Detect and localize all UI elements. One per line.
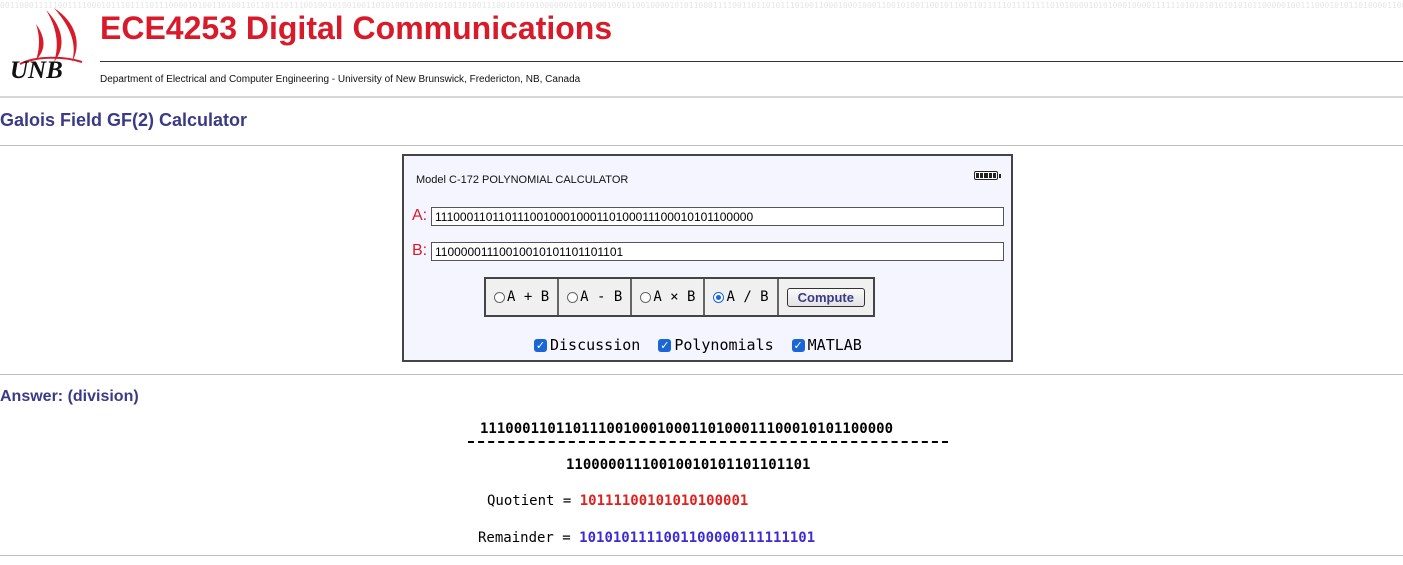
op-add-label: A + B — [507, 289, 550, 305]
quotient-value: 10111100101010100001 — [579, 493, 749, 509]
polynomial-calculator: Model C-172 POLYNOMIAL CALCULATOR A: B: … — [402, 154, 1013, 362]
matlab-checkbox[interactable]: ✓ MATLAB — [791, 336, 862, 354]
calculator-model: Model C-172 POLYNOMIAL CALCULATOR — [416, 174, 629, 186]
battery-icon — [974, 171, 1001, 180]
op-multiply-label: A × B — [653, 289, 696, 305]
b-label: B: — [412, 242, 428, 259]
op-add[interactable]: A + B — [486, 279, 560, 315]
checkmark-icon[interactable]: ✓ — [534, 338, 547, 352]
op-subtract[interactable]: A - B — [559, 279, 633, 315]
divider — [0, 555, 1403, 556]
op-divide-label: A / B — [726, 289, 769, 305]
header-bottom-border — [0, 96, 1403, 98]
radio-multiply[interactable] — [640, 291, 652, 303]
op-subtract-label: A - B — [580, 289, 623, 305]
divider — [0, 145, 1403, 146]
divisor: 11000001110010010101101101101 — [566, 457, 811, 473]
radio-add[interactable] — [494, 291, 505, 303]
operation-selector: A + B A - B A × B A / B Compute — [484, 277, 875, 317]
radio-subtract[interactable] — [567, 291, 579, 303]
discussion-label: Discussion — [550, 336, 641, 354]
answer-title: Answer: (division) — [0, 388, 139, 405]
site-header: 0011000111110011110001011101111011100001… — [0, 0, 1403, 98]
remainder-row: Remainder = 1010101111001100000111111101 — [478, 530, 815, 546]
remainder-value: 1010101111001100000111111101 — [579, 530, 816, 546]
unb-logo-text: UNB — [10, 57, 63, 84]
b-input[interactable] — [431, 242, 1004, 261]
a-input[interactable] — [431, 207, 1004, 226]
site-title[interactable]: ECE4253 Digital Communications — [100, 10, 612, 47]
compute-button[interactable]: Compute — [786, 287, 865, 307]
compute-cell: Compute — [779, 279, 873, 315]
op-multiply[interactable]: A × B — [632, 279, 706, 315]
checkmark-icon[interactable]: ✓ — [658, 338, 672, 352]
polynomials-label: Polynomials — [674, 336, 774, 354]
matlab-label: MATLAB — [807, 336, 862, 354]
site-subtitle: Department of Electrical and Computer En… — [100, 74, 581, 85]
radio-divide[interactable] — [713, 291, 725, 303]
title-divider — [100, 61, 1403, 62]
remainder-label: Remainder = — [478, 530, 571, 546]
division-line — [468, 441, 948, 443]
op-divide[interactable]: A / B — [705, 279, 779, 315]
quotient-label: Quotient = — [487, 493, 572, 509]
option-checkboxes: ✓ Discussion ✓ Polynomials ✓ MATLAB — [534, 336, 862, 354]
quotient-row: Quotient = 10111100101010100001 — [487, 493, 748, 509]
discussion-checkbox[interactable]: ✓ Discussion — [534, 336, 640, 354]
polynomials-checkbox[interactable]: ✓ Polynomials — [658, 336, 774, 354]
checkmark-icon[interactable]: ✓ — [791, 338, 805, 352]
a-label: A: — [412, 207, 428, 224]
dividend: 1110001101101110010001000110100011100010… — [480, 421, 894, 437]
page-title: Galois Field GF(2) Calculator — [0, 110, 248, 130]
divider — [0, 374, 1403, 375]
